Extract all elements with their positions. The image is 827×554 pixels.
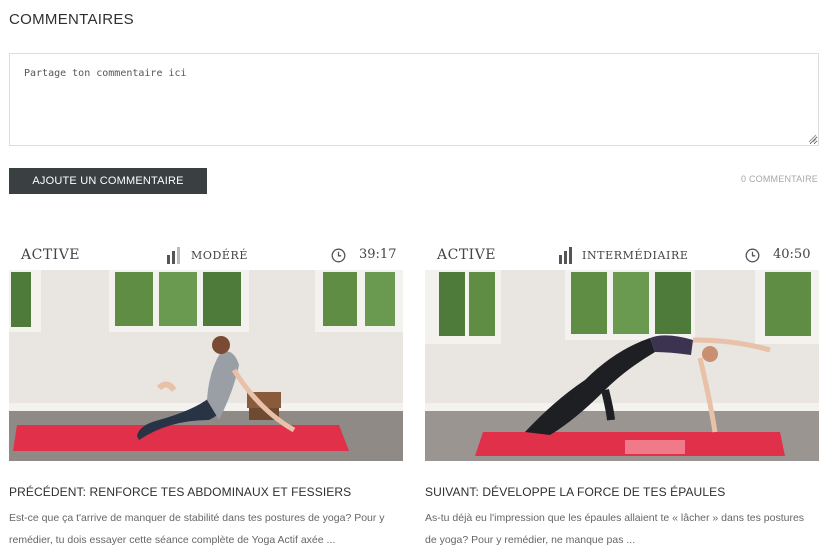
clock-icon [745,248,760,263]
resize-grip-icon[interactable] [808,134,817,143]
category-label: ACTIVE [21,247,81,263]
next-video-card[interactable]: ACTIVE INTERMÉDIAIRE 40:50 SUIVANT: DÉVE… [425,243,819,551]
next-video-title[interactable]: SUIVANT: DÉVELOPPE LA FORCE DE TES ÉPAUL… [425,485,819,499]
video-thumbnail[interactable] [425,270,819,461]
video-meta: ACTIVE INTERMÉDIAIRE 40:50 [425,243,819,270]
comment-count: 0 COMMENTAIRE [741,174,818,184]
video-excerpt-line: Est-ce que ça t'arrive de manquer de sta… [9,512,385,524]
category-label: ACTIVE [437,247,497,263]
video-excerpt-line: remédier, tu dois essayer cette séance c… [9,534,336,546]
comments-title: COMMENTAIRES [9,11,134,28]
duration-label: 40:50 [773,247,811,262]
duration-label: 39:17 [359,247,397,262]
video-excerpt-line: de yoga? Pour y remédier, ne manque pas … [425,534,636,546]
video-excerpt-line: As-tu déjà eu l'impression que les épaul… [425,512,805,524]
video-meta: ACTIVE MODÉRÉ 39:17 [9,243,403,270]
video-thumbnail[interactable] [9,270,403,461]
previous-video-card[interactable]: ACTIVE MODÉRÉ 39:17 PRÉCÉDENT: RENFORCE … [9,243,403,551]
comment-input[interactable] [9,53,819,146]
clock-icon [331,248,346,263]
level-label: INTERMÉDIAIRE [582,249,689,262]
previous-video-title[interactable]: PRÉCÉDENT: RENFORCE TES ABDOMINAUX ET FE… [9,485,403,499]
add-comment-button[interactable]: AJOUTE UN COMMENTAIRE [9,168,207,194]
level-label: MODÉRÉ [191,249,249,262]
level-bars-icon [559,247,572,264]
level-bars-icon [167,247,180,264]
